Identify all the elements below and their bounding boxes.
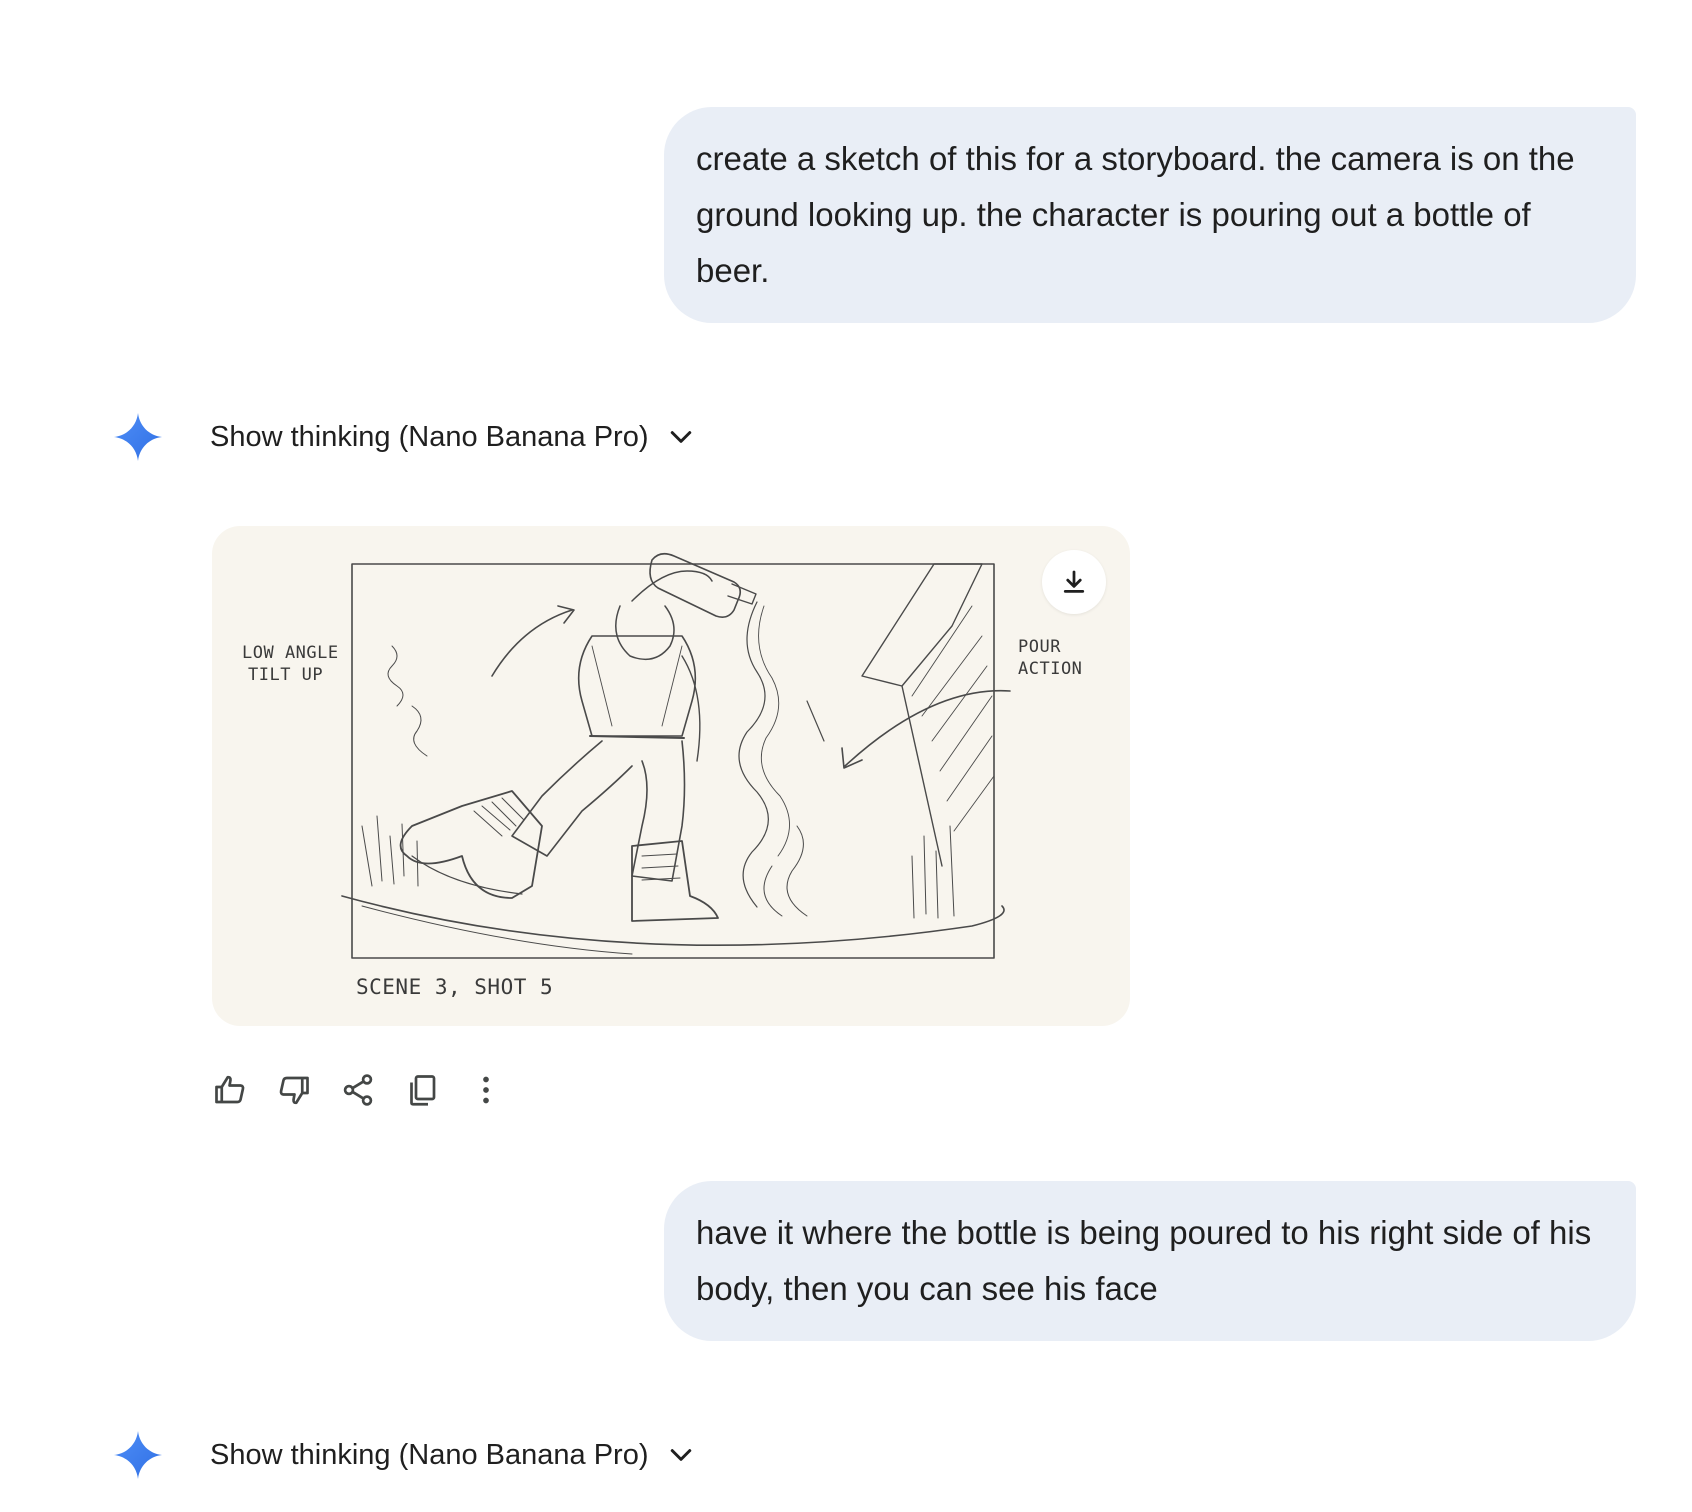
- model-response-header: Show thinking (Nano Banana Pro): [112, 409, 692, 465]
- download-button[interactable]: [1042, 550, 1106, 614]
- copy-icon: [410, 1075, 436, 1106]
- download-icon: [1063, 570, 1085, 593]
- user-message-bubble: create a sketch of this for a storyboard…: [664, 107, 1636, 323]
- thumbs-down-icon: [279, 1076, 309, 1105]
- copy-button[interactable]: [400, 1068, 444, 1112]
- show-thinking-toggle[interactable]: Show thinking (Nano Banana Pro): [210, 409, 696, 465]
- share-button[interactable]: [336, 1068, 380, 1112]
- chevron-down-icon: [671, 431, 692, 443]
- user-message-bubble: have it where the bottle is being poured…: [664, 1181, 1636, 1341]
- generated-image[interactable]: LOW ANGLE TILT UP POUR ACTION SCENE 3, S…: [212, 526, 1130, 1026]
- scene-shot-caption: SCENE 3, SHOT 5: [356, 975, 554, 999]
- gemini-sparkle-icon: [114, 413, 162, 461]
- share-icon: [343, 1074, 373, 1106]
- pour-action-note: POUR ACTION: [1018, 637, 1083, 679]
- user-message-text: have it where the bottle is being poured…: [696, 1214, 1592, 1307]
- show-thinking-label: Show thinking (Nano Banana Pro): [210, 1438, 649, 1471]
- low-angle-note: LOW ANGLE TILT UP: [242, 643, 339, 685]
- response-actions: [208, 1068, 508, 1112]
- user-message-text: create a sketch of this for a storyboard…: [696, 140, 1575, 289]
- gemini-sparkle-icon: [114, 1431, 162, 1479]
- more-vert-icon: [483, 1076, 489, 1104]
- thumbs-up-icon: [215, 1075, 245, 1104]
- show-thinking-label: Show thinking (Nano Banana Pro): [210, 420, 649, 453]
- more-options-button[interactable]: [464, 1068, 508, 1112]
- model-response-header: Show thinking (Nano Banana Pro): [112, 1427, 692, 1483]
- chevron-down-icon: [671, 1449, 692, 1461]
- thumbs-down-button[interactable]: [272, 1068, 316, 1112]
- thumbs-up-button[interactable]: [208, 1068, 252, 1112]
- show-thinking-toggle[interactable]: Show thinking (Nano Banana Pro): [210, 1427, 696, 1483]
- storyboard-sketch: [341, 552, 1011, 959]
